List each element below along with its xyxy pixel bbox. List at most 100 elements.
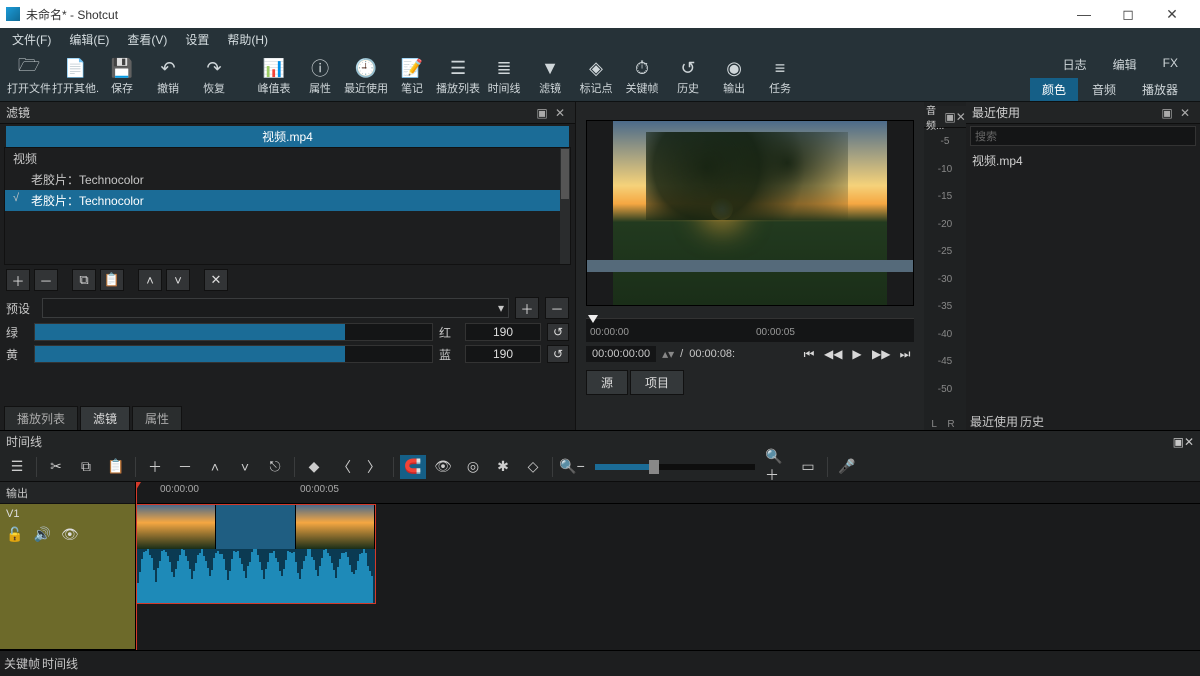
- mode-fx[interactable]: FX: [1151, 53, 1190, 76]
- zoom-out-button[interactable]: 🔍−: [559, 455, 585, 479]
- skip-start-button[interactable]: ⏮: [800, 347, 818, 362]
- append-button[interactable]: ＋: [142, 455, 168, 479]
- recent-button[interactable]: 🕘最近使用: [343, 53, 389, 101]
- filter-item[interactable]: 老胶片：Technocolor: [5, 169, 570, 190]
- tab-history[interactable]: 历史: [1020, 413, 1044, 430]
- preview-playhead-icon[interactable]: [588, 315, 598, 323]
- paste-clip-button[interactable]: 📋: [103, 455, 129, 479]
- timeline-track-header-v1[interactable]: V1 🔓 🔊 👁: [0, 504, 135, 650]
- overwrite-button[interactable]: ˅: [232, 455, 258, 479]
- redo-button[interactable]: ↷恢复: [191, 53, 237, 101]
- slider-yellow[interactable]: [34, 345, 433, 363]
- tasks-button[interactable]: ≡任务: [757, 53, 803, 101]
- fast-forward-button[interactable]: ▶▶: [872, 347, 890, 362]
- preset-remove-button[interactable]: －: [545, 297, 569, 319]
- zoom-fit-button[interactable]: ▭: [795, 455, 821, 479]
- record-audio-button[interactable]: 🎤: [834, 455, 860, 479]
- notes-button[interactable]: 📝笔记: [389, 53, 435, 101]
- zoom-in-button[interactable]: 🔍＋: [765, 455, 791, 479]
- next-marker-button[interactable]: 〉: [361, 455, 387, 479]
- menu-edit[interactable]: 编辑(E): [61, 29, 117, 50]
- menu-file[interactable]: 文件(F): [4, 29, 59, 50]
- mode-color[interactable]: 颜色: [1030, 78, 1078, 101]
- split-button[interactable]: ⎋: [262, 455, 288, 479]
- tab-project[interactable]: 项目: [630, 370, 684, 395]
- filters-button[interactable]: ▼滤镜: [527, 53, 573, 101]
- mode-edit[interactable]: 编辑: [1101, 53, 1149, 76]
- timeline-close-icon[interactable]: ✕: [1184, 435, 1194, 449]
- menu-view[interactable]: 查看(V): [119, 29, 175, 50]
- skip-end-button[interactable]: ⏭: [896, 347, 914, 362]
- ripple-button[interactable]: ◎: [460, 455, 486, 479]
- play-button[interactable]: ▶: [848, 347, 866, 362]
- cut-button[interactable]: ✂: [43, 455, 69, 479]
- snap-button[interactable]: 🧲: [400, 455, 426, 479]
- track-mute-icon[interactable]: 🔊: [33, 526, 50, 543]
- minimize-button[interactable]: —: [1062, 6, 1106, 22]
- timecode-current[interactable]: 00:00:00:00: [586, 346, 656, 362]
- slider-green[interactable]: [34, 323, 433, 341]
- maximize-button[interactable]: ◻: [1106, 6, 1150, 23]
- peak-meter-button[interactable]: 📊峰值表: [251, 53, 297, 101]
- recent-search-input[interactable]: 搜索: [970, 126, 1196, 146]
- meter-undock-icon[interactable]: ▣: [944, 110, 955, 124]
- tab-filters[interactable]: 滤镜: [80, 406, 130, 430]
- filter-list-scrollbar[interactable]: [560, 148, 570, 264]
- timeline-menu-button[interactable]: ☰: [4, 455, 30, 479]
- lift-button[interactable]: ˄: [202, 455, 228, 479]
- output-button[interactable]: ◉输出: [711, 53, 757, 101]
- paste-filter-button[interactable]: 📋: [100, 269, 124, 291]
- disable-filter-button[interactable]: ✕: [204, 269, 228, 291]
- tab-recent[interactable]: 最近使用: [970, 413, 1018, 430]
- slider-reset-yellow[interactable]: ↺: [547, 345, 569, 363]
- copy-clip-button[interactable]: ⧉: [73, 455, 99, 479]
- recent-undock-icon[interactable]: ▣: [1158, 106, 1176, 120]
- ripple-all-button[interactable]: ✱: [490, 455, 516, 479]
- markers-button[interactable]: ◈标记点: [573, 53, 619, 101]
- open-other-button[interactable]: 📄打开其他.: [52, 53, 99, 101]
- panel-undock-icon[interactable]: ▣: [533, 106, 551, 120]
- undo-button[interactable]: ↶撤销: [145, 53, 191, 101]
- tab-properties[interactable]: 属性: [132, 406, 182, 430]
- timeline-undock-icon[interactable]: ▣: [1173, 435, 1184, 449]
- panel-close-icon[interactable]: ✕: [551, 106, 569, 120]
- save-button[interactable]: 💾保存: [99, 53, 145, 101]
- tab-timeline[interactable]: 时间线: [42, 655, 78, 672]
- filter-item[interactable]: √ 老胶片：Technocolor: [5, 190, 570, 211]
- menu-help[interactable]: 帮助(H): [219, 29, 276, 50]
- slider-reset-green[interactable]: ↺: [547, 323, 569, 341]
- close-button[interactable]: ✕: [1150, 6, 1194, 23]
- keyframes-button[interactable]: ⏱关键帧: [619, 53, 665, 101]
- track-lock-icon[interactable]: 🔓: [6, 526, 23, 543]
- tab-source[interactable]: 源: [586, 370, 628, 395]
- tab-playlist[interactable]: 播放列表: [4, 406, 78, 430]
- ripple-markers-button[interactable]: ◇: [520, 455, 546, 479]
- copy-filter-button[interactable]: ⧉: [72, 269, 96, 291]
- meter-close-icon[interactable]: ✕: [956, 110, 966, 124]
- move-filter-up-button[interactable]: ˄: [138, 269, 162, 291]
- slider-value-green[interactable]: 190: [465, 323, 541, 341]
- filter-clip-name[interactable]: 视频.mp4: [6, 126, 569, 147]
- open-file-button[interactable]: 🗁打开文件: [6, 53, 52, 101]
- recent-item[interactable]: 视频.mp4: [972, 150, 1194, 171]
- preset-add-button[interactable]: ＋: [515, 297, 539, 319]
- timeline-ruler[interactable]: 00:00:00 00:00:05: [136, 482, 1200, 504]
- history-button[interactable]: ↺历史: [665, 53, 711, 101]
- preset-combo[interactable]: ▾: [42, 298, 509, 318]
- prev-marker-button[interactable]: 〈: [331, 455, 357, 479]
- track-hide-icon[interactable]: 👁: [61, 526, 79, 543]
- mode-audio[interactable]: 音频: [1080, 78, 1128, 101]
- timecode-spinner-icon[interactable]: ▴▾: [662, 347, 674, 361]
- filter-checkbox[interactable]: √: [13, 192, 19, 204]
- timeline-button[interactable]: ≣时间线: [481, 53, 527, 101]
- timeline-tracks-area[interactable]: 00:00:00 00:00:05 视频.mp4: [136, 482, 1200, 650]
- timeline-output-header[interactable]: 输出: [0, 482, 135, 504]
- zoom-slider[interactable]: [595, 464, 755, 470]
- remove-filter-button[interactable]: －: [34, 269, 58, 291]
- mode-player[interactable]: 播放器: [1130, 78, 1190, 101]
- marker-add-button[interactable]: ◆: [301, 455, 327, 479]
- add-filter-button[interactable]: ＋: [6, 269, 30, 291]
- move-filter-down-button[interactable]: ˅: [166, 269, 190, 291]
- slider-value-yellow[interactable]: 190: [465, 345, 541, 363]
- mode-log[interactable]: 日志: [1051, 53, 1099, 76]
